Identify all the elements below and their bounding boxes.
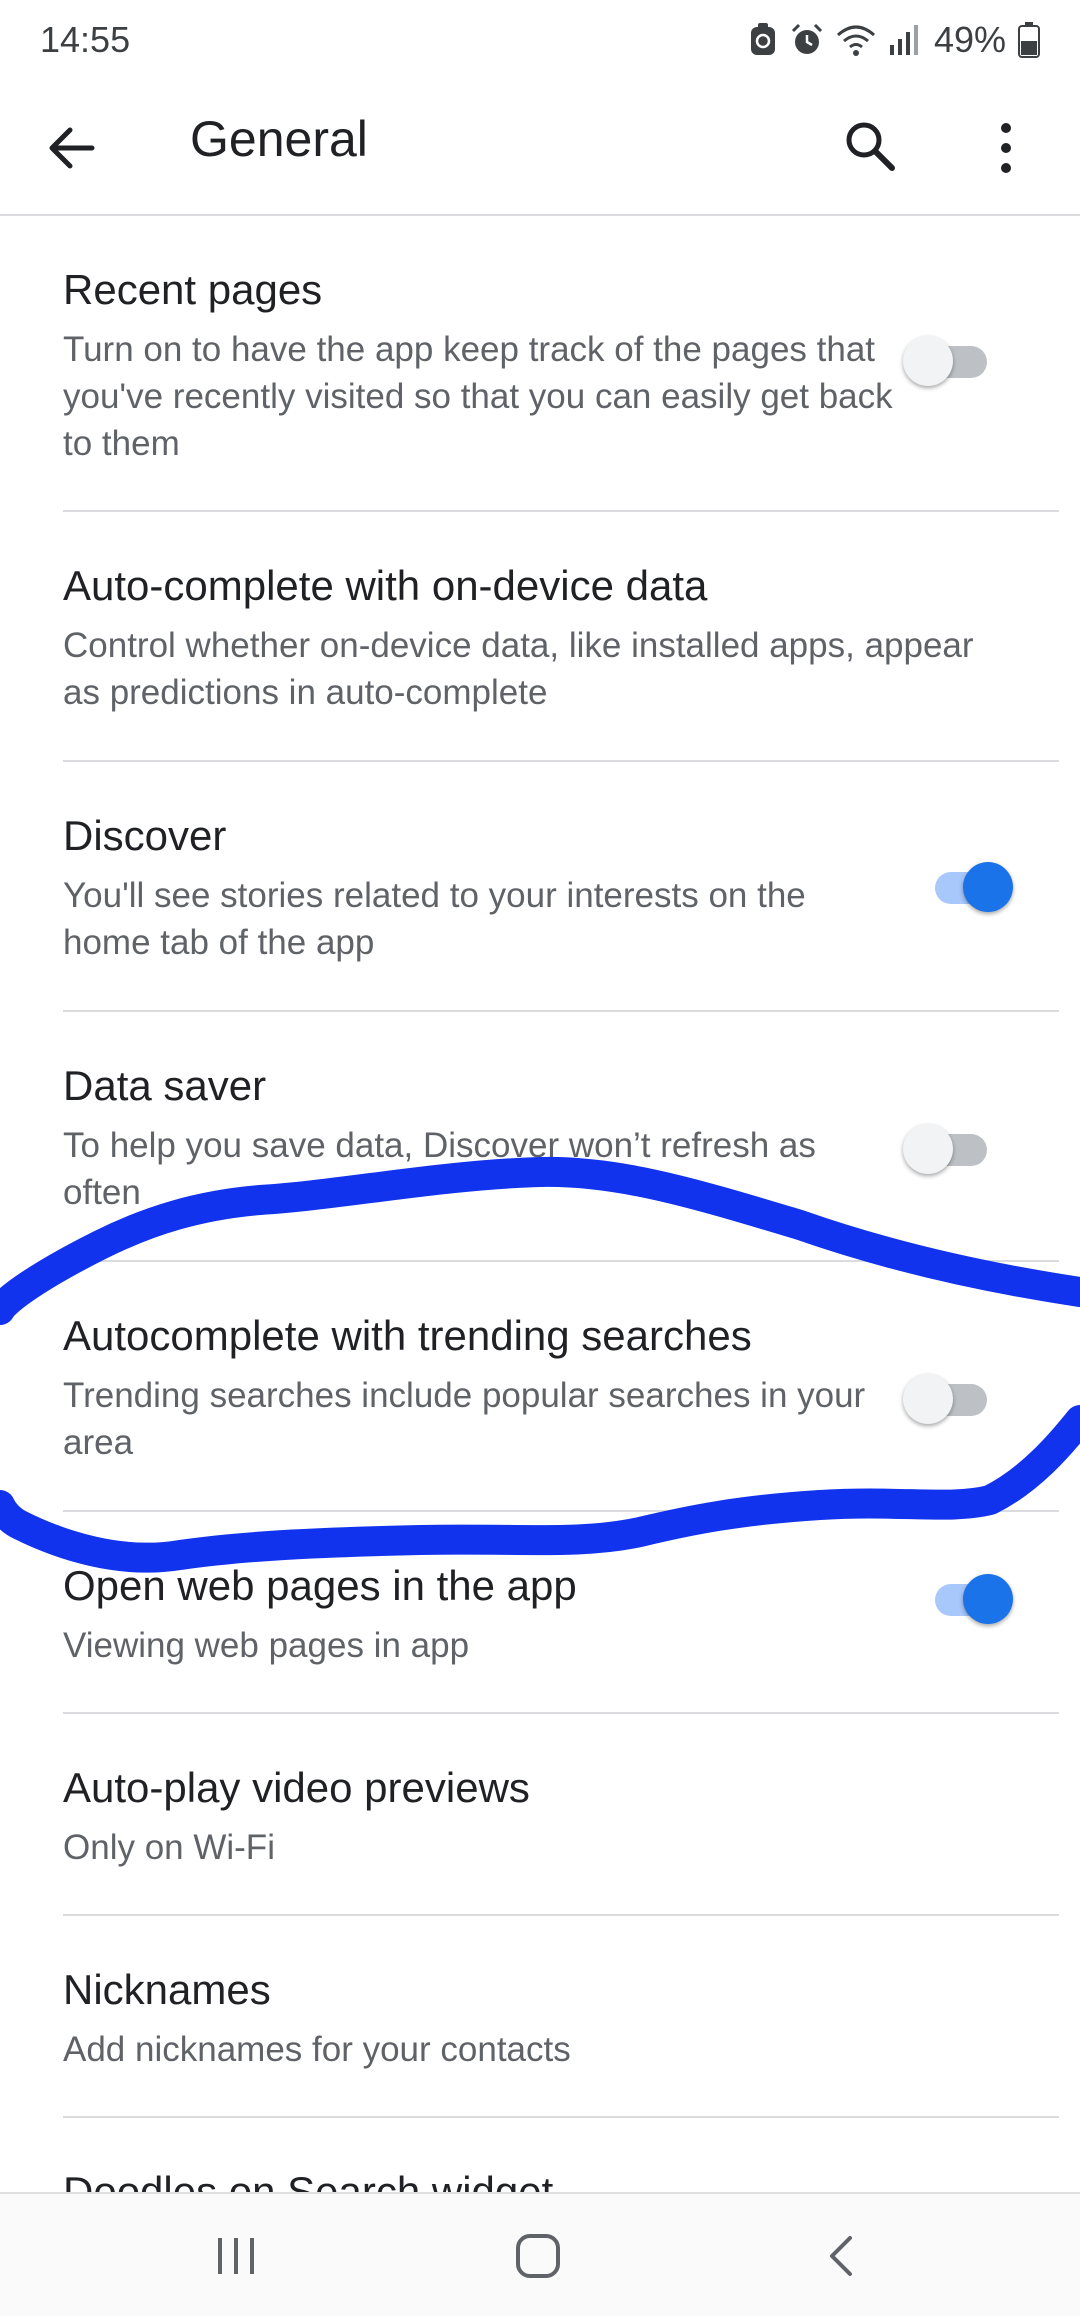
page-title: General: [190, 111, 368, 167]
toggle-knob: [963, 862, 1013, 912]
recycle-notification-icon: [750, 23, 775, 55]
discover-toggle[interactable]: [923, 858, 1013, 918]
setting-recent-pages[interactable]: Recent pages Turn on to have the app kee…: [63, 216, 1059, 512]
back-icon[interactable]: [820, 2234, 864, 2278]
setting-subtitle: Turn on to have the app keep track of th…: [63, 330, 893, 463]
data-saver-toggle[interactable]: [903, 1120, 993, 1180]
setting-subtitle: You'll see stories related to your inter…: [63, 876, 806, 962]
setting-subtitle: Viewing web pages in app: [63, 1626, 470, 1665]
toggle-knob: [903, 1374, 953, 1424]
status-icons: 49%: [748, 19, 1040, 61]
recent-pages-toggle[interactable]: [903, 332, 993, 392]
alarm-icon: [791, 23, 822, 54]
setting-subtitle: Only on Wi-Fi: [63, 1828, 275, 1867]
trending-searches-toggle[interactable]: [903, 1370, 993, 1430]
setting-open-web-pages[interactable]: Open web pages in the app Viewing web pa…: [63, 1512, 1059, 1714]
setting-autocomplete-on-device[interactable]: Auto-complete with on-device data Contro…: [63, 512, 1059, 762]
setting-discover[interactable]: Discover You'll see stories related to y…: [63, 762, 1059, 1012]
setting-title: Doodles on Search widget: [63, 2168, 554, 2192]
status-time: 14:55: [40, 19, 131, 60]
setting-subtitle: Add nicknames for your contacts: [63, 2030, 571, 2069]
setting-title: Nicknames: [63, 1966, 271, 2013]
wifi-icon: [836, 25, 875, 56]
arrow-back-icon[interactable]: [44, 120, 100, 176]
open-web-pages-toggle[interactable]: [923, 1570, 1013, 1630]
battery-icon: [1018, 22, 1040, 58]
setting-title: Auto-play video previews: [63, 1764, 530, 1811]
setting-doodles[interactable]: Doodles on Search widget: [63, 2118, 1059, 2192]
setting-title: Discover: [63, 812, 227, 859]
setting-subtitle: Trending searches include popular search…: [63, 1376, 866, 1462]
toggle-knob: [903, 336, 953, 386]
toggle-knob: [903, 1124, 953, 1174]
recents-icon[interactable]: [214, 2234, 258, 2278]
navigation-bar: [0, 2192, 1080, 2316]
setting-title: Auto-complete with on-device data: [63, 562, 708, 609]
setting-autocomplete-trending[interactable]: Autocomplete with trending searches Tren…: [63, 1262, 1059, 1512]
setting-subtitle: Control whether on-device data, like ins…: [63, 626, 974, 712]
signal-icon: [889, 25, 918, 55]
app-bar: General: [0, 80, 1080, 216]
setting-title: Autocomplete with trending searches: [63, 1312, 752, 1359]
settings-list: Recent pages Turn on to have the app kee…: [0, 216, 1080, 2192]
home-icon[interactable]: [514, 2232, 562, 2280]
setting-autoplay-video[interactable]: Auto-play video previews Only on Wi-Fi: [63, 1714, 1059, 1916]
more-vert-icon[interactable]: [986, 116, 1026, 180]
search-icon[interactable]: [840, 116, 900, 176]
setting-nicknames[interactable]: Nicknames Add nicknames for your contact…: [63, 1916, 1059, 2118]
battery-percent: 49%: [933, 19, 1006, 60]
setting-title: Open web pages in the app: [63, 1562, 577, 1609]
status-bar: 14:55 49%: [0, 0, 1080, 80]
setting-data-saver[interactable]: Data saver To help you save data, Discov…: [63, 1012, 1059, 1262]
setting-title: Data saver: [63, 1062, 267, 1109]
setting-title: Recent pages: [63, 266, 323, 313]
toggle-knob: [963, 1574, 1013, 1624]
setting-subtitle: To help you save data, Discover won’t re…: [63, 1126, 816, 1212]
